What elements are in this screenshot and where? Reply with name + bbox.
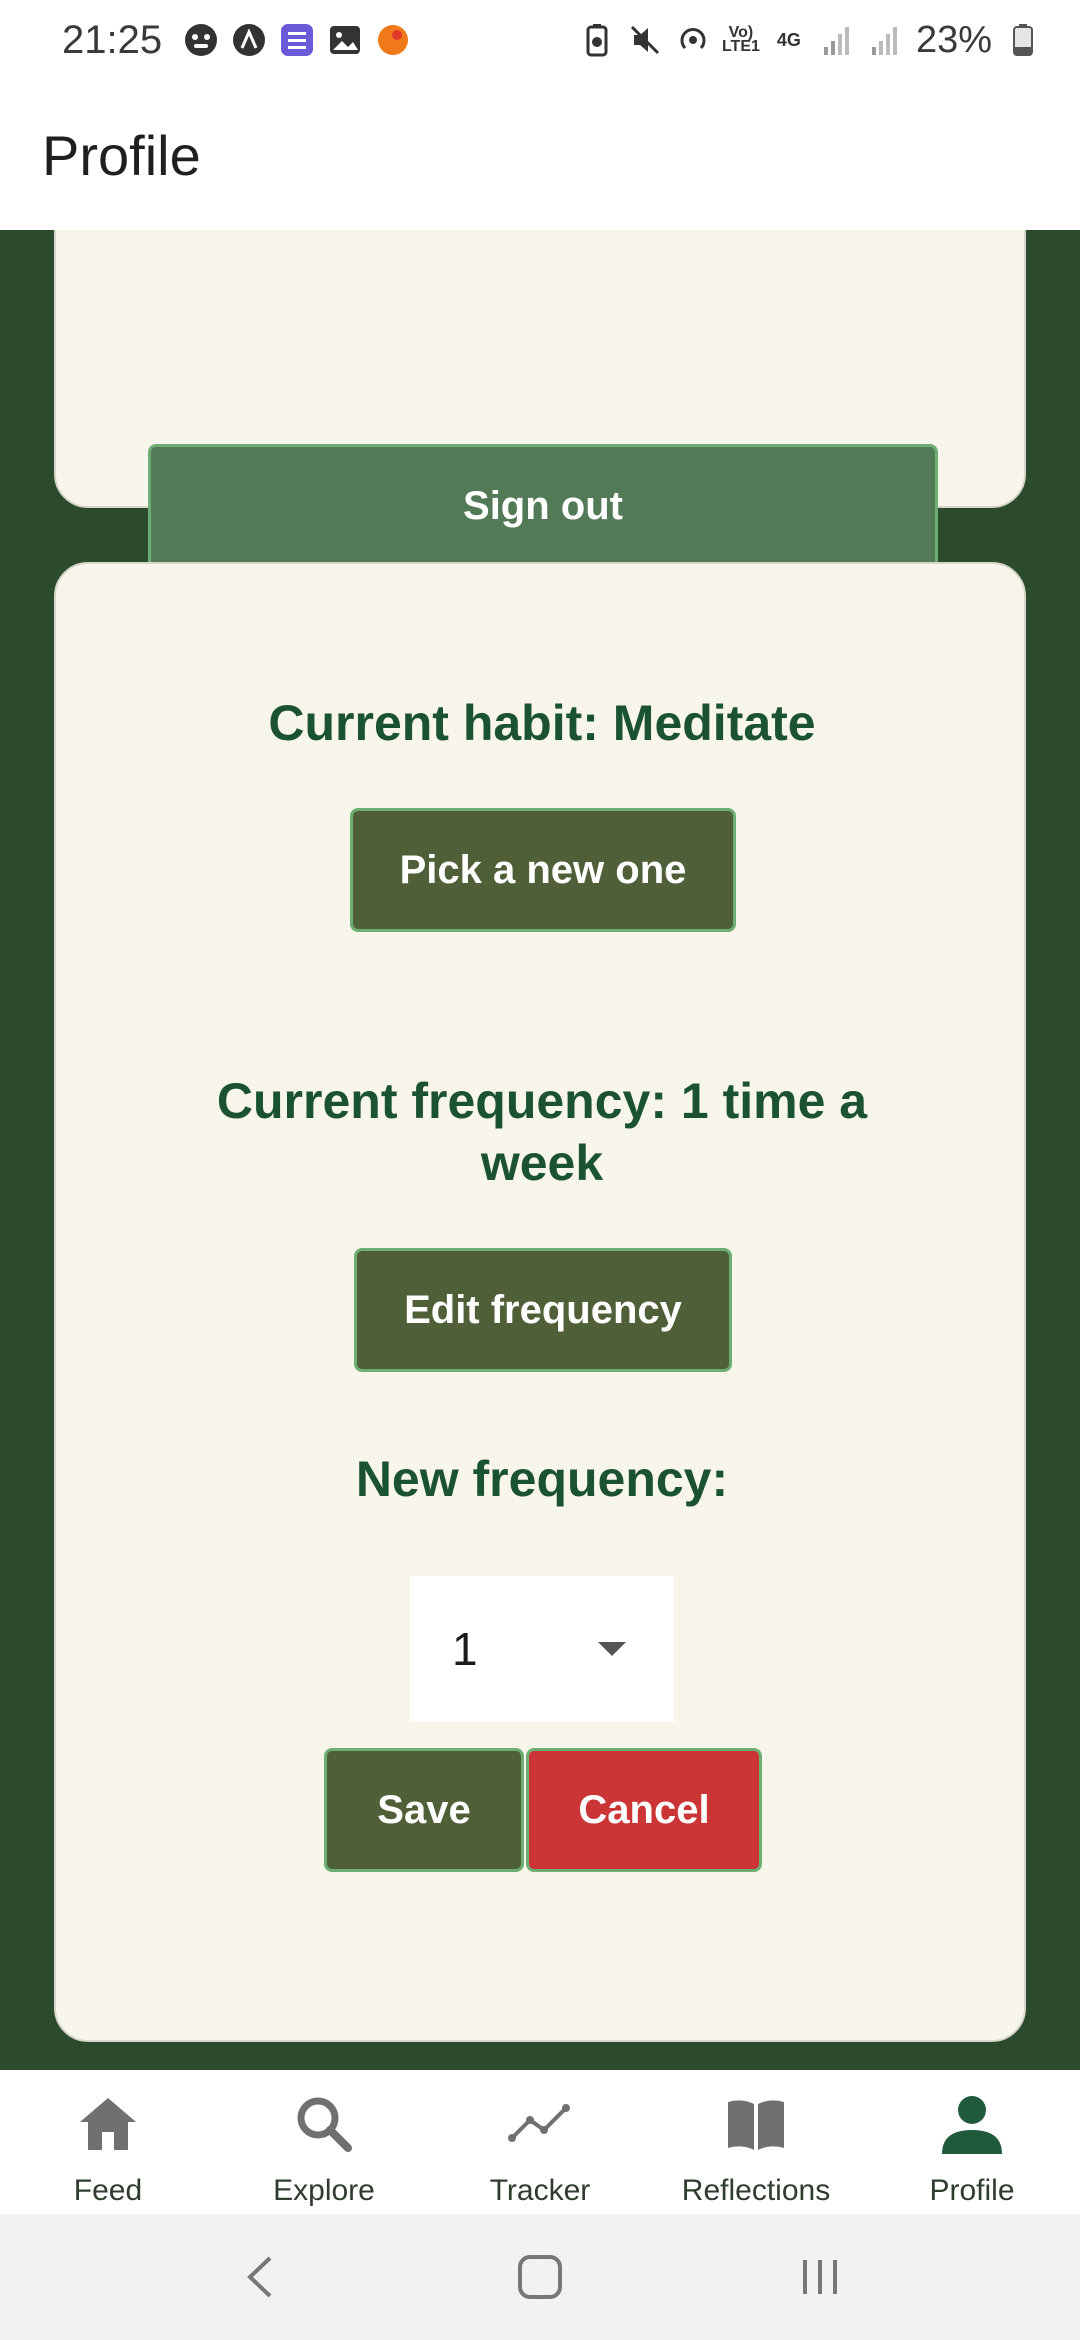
home-button-icon[interactable] <box>495 2242 585 2312</box>
trend-line-icon <box>504 2088 576 2160</box>
battery-icon <box>1006 23 1040 57</box>
chevron-down-icon <box>598 1642 626 1656</box>
edit-frequency-button[interactable]: Edit frequency <box>354 1248 732 1372</box>
current-frequency-heading: Current frequency: 1 time a week <box>216 1073 868 1191</box>
signal-icon <box>820 23 854 57</box>
nav-label-tracker: Tracker <box>489 2174 591 2207</box>
pick-new-habit-button[interactable]: Pick a new one <box>350 808 736 932</box>
current-habit-heading: Current habit: Meditate <box>268 695 816 751</box>
search-icon <box>288 2088 360 2160</box>
new-frequency-label: New frequency: <box>355 1451 729 1507</box>
image-icon <box>328 23 362 57</box>
system-nav-bar <box>0 2214 1080 2340</box>
hotspot-icon <box>676 23 710 57</box>
nav-label-explore: Explore <box>273 2174 375 2207</box>
profile-content[interactable]: Sign out Current habit: Meditate Pick a … <box>0 230 1080 2070</box>
nav-label-feed: Feed <box>73 2174 143 2207</box>
sign-out-button[interactable]: Sign out <box>148 444 938 568</box>
page-title: Profile <box>42 123 201 187</box>
notification-icons <box>184 23 410 57</box>
battery-saver-icon <box>580 23 614 57</box>
save-button[interactable]: Save <box>324 1748 524 1872</box>
mute-icon <box>628 23 662 57</box>
book-icon <box>720 2088 792 2160</box>
battery-percent: 23% <box>915 18 992 61</box>
nav-item-reflections[interactable]: Reflections <box>648 2070 864 2214</box>
status-time: 21:25 <box>62 17 163 62</box>
recent-apps-icon[interactable] <box>775 2242 865 2312</box>
frequency-select[interactable]: 1 <box>410 1576 674 1722</box>
account-card: Sign out <box>54 230 1026 568</box>
list-app-icon <box>280 23 314 57</box>
app-a-icon <box>232 23 266 57</box>
frequency-select-value: 1 <box>452 1623 478 1675</box>
app-header: Profile <box>0 80 1080 230</box>
orange-app-icon <box>376 23 410 57</box>
network-type-icon: 4G <box>776 29 801 50</box>
home-icon <box>72 2088 144 2160</box>
person-icon <box>936 2088 1008 2160</box>
habit-card: Current habit: Meditate Pick a new one C… <box>54 562 1026 2042</box>
system-status-icons: Vo) LTE1 4G 23% <box>580 19 1040 62</box>
back-icon[interactable] <box>215 2242 305 2312</box>
nav-item-explore[interactable]: Explore <box>216 2070 432 2214</box>
nav-label-profile: Profile <box>929 2174 1015 2207</box>
nav-label-reflections: Reflections <box>681 2174 831 2207</box>
bottom-nav: Feed Explore Tracker Reflections Profile <box>0 2070 1080 2214</box>
nav-item-profile[interactable]: Profile <box>864 2070 1080 2214</box>
nav-item-feed[interactable]: Feed <box>0 2070 216 2214</box>
cancel-button[interactable]: Cancel <box>526 1748 762 1872</box>
roaming-signal-icon <box>868 23 902 57</box>
face-icon <box>184 23 218 57</box>
status-bar: 21:25 Vo) LTE1 4G 23% <box>0 0 1080 80</box>
volte-icon: Vo) LTE1 <box>721 24 760 55</box>
nav-item-tracker[interactable]: Tracker <box>432 2070 648 2214</box>
